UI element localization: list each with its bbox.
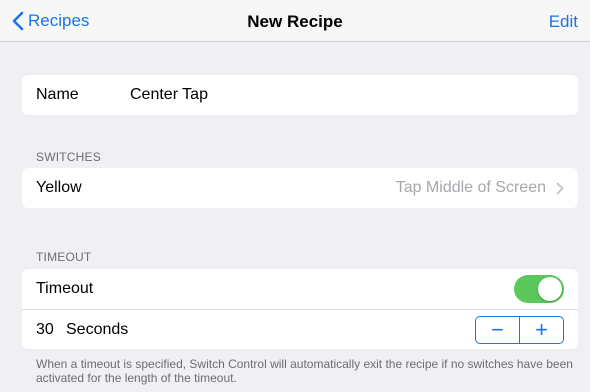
- chevron-right-icon: [556, 182, 564, 194]
- toggle-knob: [538, 277, 562, 301]
- back-button-label: Recipes: [28, 11, 90, 30]
- switch-detail: Tap Middle of Screen: [396, 179, 564, 197]
- edit-button[interactable]: Edit: [549, 12, 578, 32]
- timeout-group: Timeout 30 Seconds − +: [22, 269, 578, 349]
- back-button[interactable]: Recipes: [12, 9, 89, 33]
- switches-group: Yellow Tap Middle of Screen: [22, 168, 578, 208]
- increment-button[interactable]: +: [519, 316, 563, 343]
- name-field[interactable]: Center Tap: [130, 86, 208, 104]
- switches-section-header: SWITCHES: [36, 150, 101, 164]
- switch-row-yellow[interactable]: Yellow Tap Middle of Screen: [22, 168, 578, 208]
- switch-label: Yellow: [36, 179, 82, 196]
- name-group: Name Center Tap: [22, 75, 578, 115]
- timeout-toggle-row: Timeout: [22, 269, 578, 309]
- navigation-bar: Recipes New Recipe Edit: [0, 0, 590, 42]
- timeout-stepper[interactable]: − +: [475, 315, 564, 344]
- timeout-value: 30: [36, 320, 54, 338]
- timeout-toggle[interactable]: [514, 275, 564, 303]
- chevron-left-icon: [12, 11, 24, 31]
- name-row[interactable]: Name Center Tap: [22, 75, 578, 115]
- switch-action-label: Tap Middle of Screen: [395, 179, 546, 196]
- name-label: Name: [36, 86, 79, 103]
- timeout-footer-note: When a timeout is specified, Switch Cont…: [36, 357, 573, 385]
- timeout-unit: Seconds: [66, 320, 129, 338]
- timeout-section-header: TIMEOUT: [36, 250, 92, 264]
- decrement-button[interactable]: −: [476, 317, 519, 343]
- timeout-toggle-label: Timeout: [36, 280, 94, 297]
- timeout-value-row: 30 Seconds − +: [22, 309, 578, 349]
